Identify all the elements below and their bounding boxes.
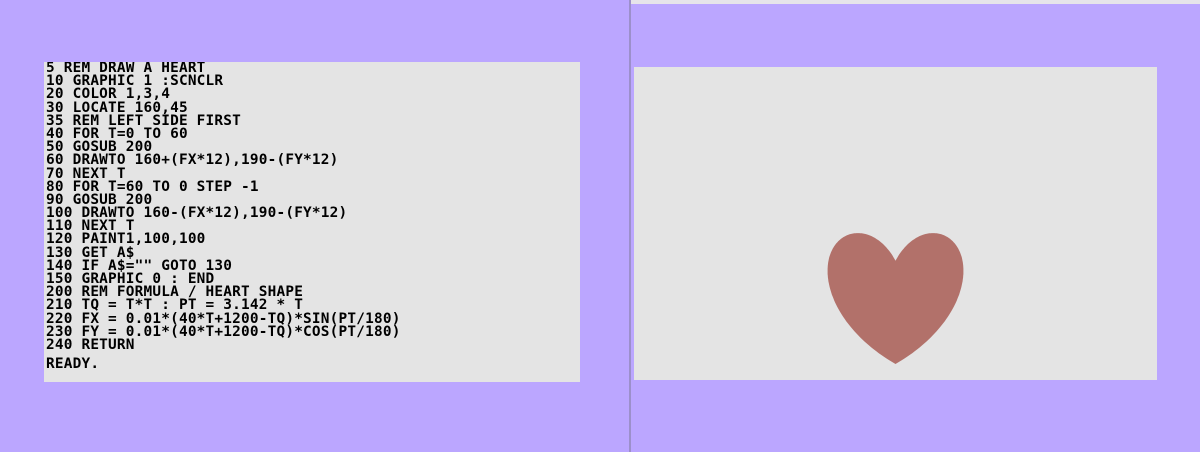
graphics-output-screen xyxy=(631,0,1200,452)
ready-prompt: READY. xyxy=(46,356,100,372)
basic-listing-screen: 5 REM DRAW A HEART 10 GRAPHIC 1 :SCNCLR … xyxy=(0,0,629,452)
emulator-comparison-view: { "colors": { "border": "#bba6ff", "pape… xyxy=(0,0,1200,452)
window-top-strip xyxy=(631,0,1200,4)
heart-shape xyxy=(827,233,964,364)
program-listing: 5 REM DRAW A HEART 10 GRAPHIC 1 :SCNCLR … xyxy=(46,62,401,352)
heart-drawing xyxy=(827,233,964,364)
basic-text-screen[interactable]: 5 REM DRAW A HEART 10 GRAPHIC 1 :SCNCLR … xyxy=(44,62,580,382)
code-line: 240 RETURN xyxy=(46,336,135,353)
bitmap-graphics-canvas[interactable] xyxy=(634,67,1157,380)
